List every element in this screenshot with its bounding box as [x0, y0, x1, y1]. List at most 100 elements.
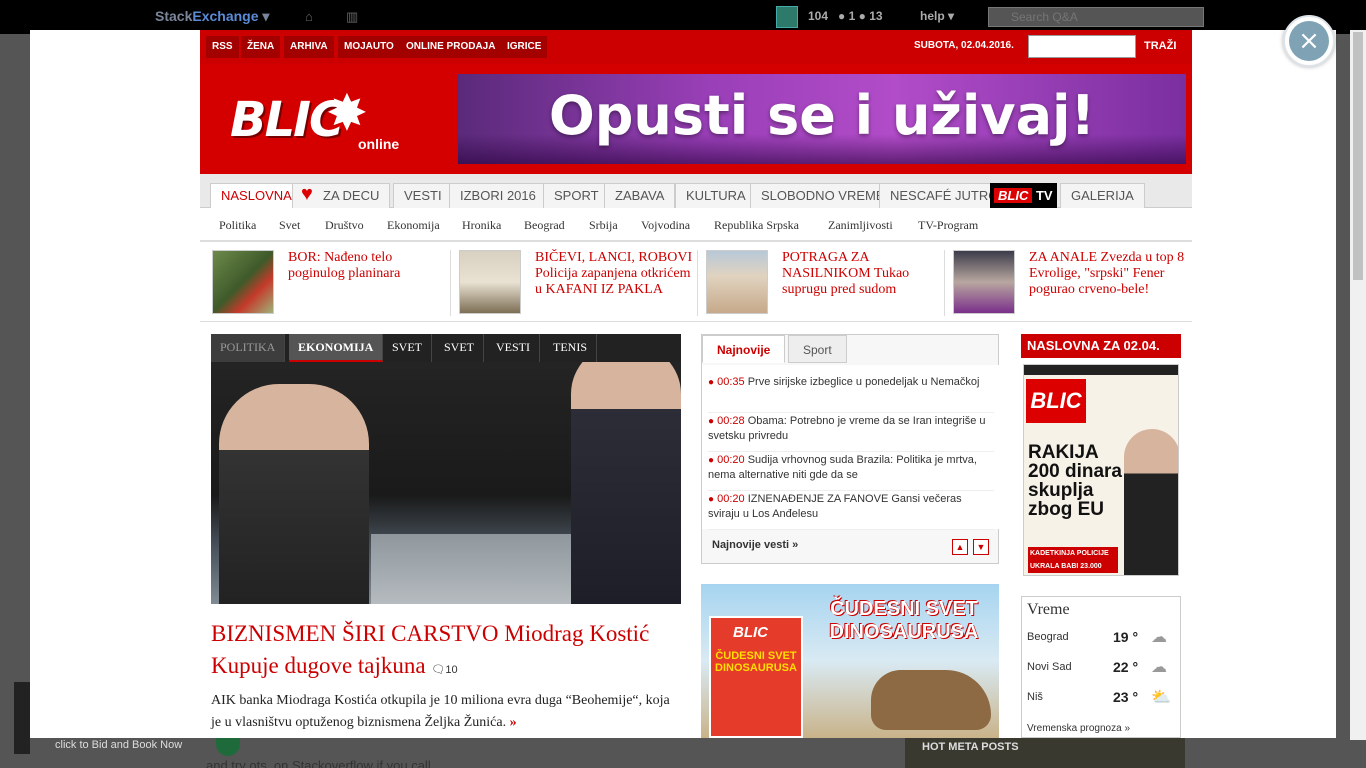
subnav-ekonomija[interactable]: Ekonomija — [387, 218, 440, 233]
stackexchange-logo[interactable]: StackExchange ▾ — [155, 8, 269, 25]
main-nav: NASLOVNA ♥ ZA DECU VESTI IZBORI 2016 SPOR… — [200, 174, 1192, 209]
banner-ad[interactable]: Opusti se i uživaj! — [458, 74, 1186, 164]
tab-galerija[interactable]: GALERIJA — [1060, 183, 1145, 208]
sub-nav: Politika Svet Društvo Ekonomija Hronika … — [200, 208, 1192, 242]
teaser-thumbnail[interactable] — [212, 250, 274, 314]
teaser-title[interactable]: BIČEVI, LANCI, ROBOVI Policija zapanjena… — [535, 250, 699, 298]
story-tab-politika[interactable]: POLITIKA — [211, 334, 286, 362]
teaser-item[interactable]: ZA ANALE Zvezda u top 8 Evrolige, "srpsk… — [953, 250, 1193, 316]
stackexchange-topbar: StackExchange ▾ ⌂ ▥ 104 ● 1 ● 13 help ▾ … — [0, 0, 1366, 34]
dinosaur-ad[interactable]: BLIC ČUDESNI SVET DINOSAURUSA ČUDESNI SV… — [701, 584, 999, 738]
weather-temp: 19 ° — [1113, 629, 1139, 645]
scrollbar-thumb[interactable] — [1353, 32, 1363, 280]
story-tab-ekonomija[interactable]: EKONOMIJA — [289, 334, 384, 362]
story-tab-vesti[interactable]: VESTI — [487, 334, 540, 362]
teaser-title[interactable]: BOR: Nađeno telo poginulog planinara — [288, 250, 452, 282]
subnav-vojvodina[interactable]: Vojvodina — [641, 218, 690, 233]
story-headline[interactable]: BIZNISMEN ŠIRI CARSTVO Miodrag Kostić Ku… — [211, 618, 681, 686]
current-date: SUBOTA, 02.04.2016. — [914, 40, 1014, 51]
tab-zabava[interactable]: ZABAVA — [604, 183, 676, 208]
comment-icon: 🗨 — [431, 664, 446, 676]
arrow-down-icon[interactable]: ▼ — [973, 539, 989, 555]
topnav-zena[interactable]: ŽENA — [241, 36, 281, 58]
news-item[interactable]: ● 00:20 Sudija vrhovnog suda Brazila: Po… — [708, 453, 994, 491]
subnav-hronika[interactable]: Hronika — [462, 218, 501, 233]
teaser-thumbnail[interactable] — [459, 250, 521, 314]
tab-za-decu[interactable]: ♥ ZA DECU — [292, 183, 391, 208]
tab-vesti[interactable]: VESTI — [393, 183, 453, 208]
front-page-header[interactable]: NASLOVNA ZA 02.04. — [1021, 334, 1181, 358]
teaser-title[interactable]: POTRAGA ZA NASILNIKOM Tukao suprugu pred… — [782, 250, 946, 298]
comments-count[interactable]: 🗨10 — [431, 664, 457, 676]
front-page-bottom-line: KADETKINJA POLICIJE UKRALA BABI 23.000 E… — [1028, 547, 1118, 573]
site-search-button[interactable]: TRAŽI — [1144, 40, 1176, 52]
arrow-up-icon[interactable]: ▲ — [952, 539, 968, 555]
tab-sport-news[interactable]: Sport — [788, 335, 847, 363]
story-image[interactable] — [211, 334, 681, 604]
story-image-person — [571, 344, 681, 604]
tab-blic-tv[interactable]: BLIC TV — [990, 183, 1057, 208]
teaser-item[interactable]: BIČEVI, LANCI, ROBOVI Policija zapanjena… — [459, 250, 699, 316]
weather-temp: 23 ° — [1113, 689, 1139, 705]
background-logo — [216, 738, 240, 756]
latest-news-link[interactable]: Najnovije vesti » — [712, 539, 798, 551]
dinosaur-illustration — [871, 670, 991, 730]
inbox-icon[interactable]: ⌂ — [305, 9, 313, 24]
subnav-zanimljivosti[interactable]: Zanimljivosti — [828, 218, 893, 233]
news-item[interactable]: ● 00:35 Prve sirijske izbeglice u ponede… — [708, 375, 994, 413]
story-lead: AIK banka Miodraga Kostića otkupila je 1… — [211, 693, 670, 730]
subnav-tv-program[interactable]: TV-Program — [918, 218, 978, 233]
modal-scrollbar[interactable] — [1350, 30, 1366, 740]
tab-sport[interactable]: SPORT — [543, 183, 610, 208]
search-input[interactable] — [988, 7, 1204, 27]
teaser-thumbnail[interactable] — [706, 250, 768, 314]
reputation-badges[interactable]: 104 ● 1 ● 13 — [808, 9, 883, 23]
subnav-svet[interactable]: Svet — [279, 218, 300, 233]
tab-kultura[interactable]: KULTURA — [675, 183, 757, 208]
teaser-title[interactable]: ZA ANALE Zvezda u top 8 Evrolige, "srpsk… — [1029, 250, 1193, 298]
subnav-republika-srpska[interactable]: Republika Srpska — [714, 218, 799, 233]
heart-icon: ♥ — [301, 183, 313, 205]
story-tab-tenis[interactable]: TENIS — [544, 334, 597, 362]
teaser-item[interactable]: BOR: Nađeno telo poginulog planinara — [212, 250, 452, 316]
bullet-icon: ● — [708, 494, 715, 505]
teaser-item[interactable]: POTRAGA ZA NASILNIKOM Tukao suprugu pred… — [706, 250, 946, 316]
news-list: ● 00:35 Prve sirijske izbeglice u ponede… — [702, 365, 1000, 530]
logo-online: online — [358, 136, 400, 152]
story-tab-svet[interactable]: SVET — [383, 334, 432, 362]
front-page-image[interactable]: BLIC RAKIJA 200 dinara skuplja zbog EU K… — [1023, 364, 1179, 576]
achievements-icon[interactable]: ▥ — [346, 9, 358, 25]
topnav-mojauto[interactable]: MOJAUTO — [338, 36, 400, 58]
close-modal-button[interactable]: × — [1283, 15, 1335, 67]
weather-forecast-link[interactable]: Vremenska prognoza » — [1027, 723, 1130, 734]
tab-slobodno-vreme[interactable]: SLOBODNO VREME — [750, 183, 896, 208]
site-search-input[interactable] — [1028, 35, 1136, 58]
blic-logo[interactable]: BLIC ✸ online — [230, 84, 420, 164]
help-menu[interactable]: help ▾ — [920, 9, 954, 23]
background-meta-header: HOT META POSTS — [922, 741, 1019, 753]
tab-izbori[interactable]: IZBORI 2016 — [449, 183, 547, 208]
subnav-drustvo[interactable]: Društvo — [325, 218, 364, 233]
blic-page: RSS ŽENA ARHIVA MOJAUTO ONLINE PRODAJA I… — [200, 30, 1192, 738]
front-page-logo: BLIC — [1026, 379, 1086, 423]
story-image-person — [219, 384, 369, 604]
topnav-igrice[interactable]: IGRICE — [501, 36, 548, 58]
teaser-divider — [944, 250, 945, 316]
user-avatar[interactable] — [776, 6, 798, 28]
teaser-thumbnail[interactable] — [953, 250, 1015, 314]
news-item[interactable]: ● 00:20 IZNENAĐENJE ZA FANOVE Gansi veče… — [708, 492, 994, 530]
subnav-beograd[interactable]: Beograd — [524, 218, 565, 233]
bullet-icon: ● — [708, 416, 715, 427]
topnav-arhiva[interactable]: ARHIVA — [284, 36, 334, 58]
story-tab-svet-2[interactable]: SVET — [435, 334, 484, 362]
cloud-icon: ☁ — [1151, 659, 1167, 676]
tab-naslovna[interactable]: NASLOVNA — [210, 183, 303, 209]
topnav-online-prodaja[interactable]: ONLINE PRODAJA — [400, 36, 502, 58]
topnav-rss[interactable]: RSS — [206, 36, 239, 58]
tab-najnovije[interactable]: Najnovije — [702, 335, 786, 363]
news-item[interactable]: ● 00:28 Obama: Potrebno je vreme da se I… — [708, 414, 994, 452]
subnav-politika[interactable]: Politika — [219, 218, 256, 233]
weather-city: Beograd — [1027, 631, 1069, 643]
read-more-link[interactable]: » — [510, 715, 517, 730]
subnav-srbija[interactable]: Srbija — [589, 218, 618, 233]
